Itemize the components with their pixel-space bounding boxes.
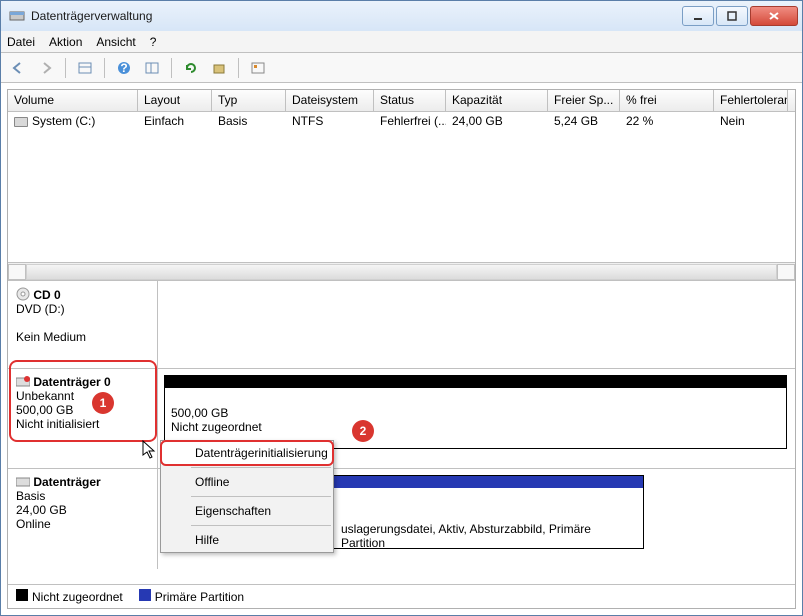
menu-file[interactable]: Datei: [7, 35, 35, 49]
disk1-title: Datenträger: [33, 475, 100, 489]
toolbar-icon-1[interactable]: [74, 57, 96, 79]
context-menu: Datenträgerinitialisierung Offline Eigen…: [160, 440, 334, 553]
volume-grid-body[interactable]: System (C:) Einfach Basis NTFS Fehlerfre…: [8, 112, 795, 262]
menu-view[interactable]: Ansicht: [96, 35, 135, 49]
legend-unalloc: Nicht zugeordnet: [32, 590, 123, 604]
minimize-button[interactable]: [682, 6, 714, 26]
annotation-badge-1: 1: [92, 392, 114, 414]
close-button[interactable]: [750, 6, 798, 26]
horizontal-scrollbar[interactable]: [8, 262, 795, 280]
disk0-unallocated[interactable]: 500,00 GB Nicht zugeordnet: [164, 375, 787, 449]
titlebar: Datenträgerverwaltung: [1, 1, 802, 31]
disk-map-pane: CD 0 DVD (D:) Kein Medium Datenträger 0 …: [8, 280, 795, 584]
ctx-offline[interactable]: Offline: [161, 470, 333, 494]
disk0-part-state: Nicht zugeordnet: [171, 420, 780, 434]
disk0-title: Datenträger 0: [33, 375, 110, 389]
disk1-line3: Online: [16, 517, 51, 531]
legend-primary: Primäre Partition: [155, 590, 244, 604]
menubar: Datei Aktion Ansicht ?: [1, 31, 802, 53]
cell-volume: System (C:): [32, 114, 95, 128]
volume-grid-header: Volume Layout Typ Dateisystem Status Kap…: [8, 90, 795, 112]
annotation-badge-2: 2: [352, 420, 374, 442]
drive-icon: [14, 117, 28, 127]
cell-status: Fehlerfrei (...: [374, 112, 446, 132]
cell-pct: 22 %: [620, 112, 714, 132]
cell-layout: Einfach: [138, 112, 212, 132]
ctx-properties[interactable]: Eigenschaften: [161, 499, 333, 523]
cell-type: Basis: [212, 112, 286, 132]
cell-fs: NTFS: [286, 112, 374, 132]
ctx-help[interactable]: Hilfe: [161, 528, 333, 552]
disk1-line1: Basis: [16, 489, 45, 503]
col-filesystem[interactable]: Dateisystem: [286, 90, 374, 111]
maximize-button[interactable]: [716, 6, 748, 26]
cd-status: Kein Medium: [16, 330, 86, 344]
toolbar-icon-3[interactable]: [208, 57, 230, 79]
help-icon[interactable]: ?: [113, 57, 135, 79]
col-layout[interactable]: Layout: [138, 90, 212, 111]
col-status[interactable]: Status: [374, 90, 446, 111]
cursor-icon: [142, 440, 158, 463]
app-icon: [9, 8, 25, 24]
svg-text:?: ?: [120, 61, 127, 75]
disk0-line3: Nicht initialisiert: [16, 417, 99, 431]
cell-fault: Nein: [714, 112, 788, 132]
col-volume[interactable]: Volume: [8, 90, 138, 111]
back-button[interactable]: [7, 57, 29, 79]
window-title: Datenträgerverwaltung: [31, 9, 682, 23]
disk0-part-size: 500,00 GB: [171, 406, 780, 420]
disk0-line1: Unbekannt: [16, 389, 74, 403]
col-capacity[interactable]: Kapazität: [446, 90, 548, 111]
col-pct[interactable]: % frei: [620, 90, 714, 111]
disk0-header[interactable]: Datenträger 0 Unbekannt 500,00 GB Nicht …: [8, 369, 158, 468]
forward-button[interactable]: [35, 57, 57, 79]
menu-action[interactable]: Aktion: [49, 35, 82, 49]
toolbar-icon-4[interactable]: [247, 57, 269, 79]
disk1-header[interactable]: Datenträger Basis 24,00 GB Online: [8, 469, 158, 569]
volume-row[interactable]: System (C:) Einfach Basis NTFS Fehlerfre…: [8, 112, 795, 132]
disk-cd-header[interactable]: CD 0 DVD (D:) Kein Medium: [8, 281, 158, 368]
cell-free: 5,24 GB: [548, 112, 620, 132]
ctx-initialize[interactable]: Datenträgerinitialisierung: [161, 441, 333, 465]
cell-cap: 24,00 GB: [446, 112, 548, 132]
disk1-line2: 24,00 GB: [16, 503, 67, 517]
col-free[interactable]: Freier Sp...: [548, 90, 620, 111]
toolbar-icon-2[interactable]: [141, 57, 163, 79]
refresh-icon[interactable]: [180, 57, 202, 79]
legend: Nicht zugeordnet Primäre Partition: [8, 584, 795, 608]
disk0-line2: 500,00 GB: [16, 403, 73, 417]
col-type[interactable]: Typ: [212, 90, 286, 111]
col-fault[interactable]: Fehlertoleranz: [714, 90, 788, 111]
toolbar: ?: [1, 53, 802, 83]
menu-help[interactable]: ?: [150, 35, 157, 49]
cd-sub: DVD (D:): [16, 302, 65, 316]
cd-title: CD 0: [33, 288, 60, 302]
